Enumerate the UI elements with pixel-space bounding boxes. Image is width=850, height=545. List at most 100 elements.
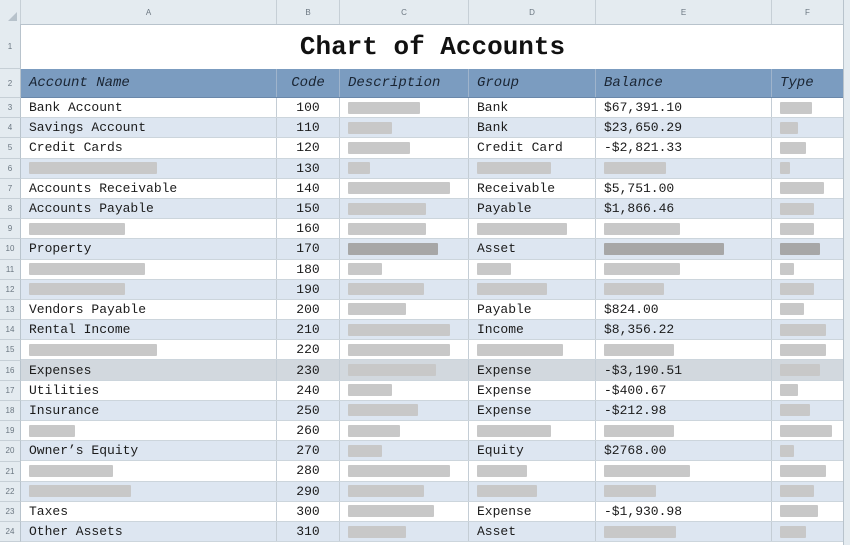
- type-cell[interactable]: [772, 198, 844, 219]
- code-cell[interactable]: 160: [277, 219, 340, 239]
- account-name-cell[interactable]: [21, 259, 277, 279]
- row-header[interactable]: 22: [0, 481, 21, 502]
- balance-cell[interactable]: [596, 481, 772, 501]
- balance-cell[interactable]: -$212.98: [596, 400, 772, 420]
- balance-cell[interactable]: $1,866.46: [596, 198, 772, 219]
- header-code[interactable]: Code: [277, 69, 340, 97]
- group-cell[interactable]: Income: [469, 320, 596, 340]
- account-name-cell[interactable]: [21, 461, 277, 481]
- description-cell[interactable]: [340, 400, 469, 420]
- account-name-cell[interactable]: Rental Income: [21, 320, 277, 340]
- balance-cell[interactable]: [596, 421, 772, 441]
- group-cell[interactable]: Bank: [469, 118, 596, 138]
- account-name-cell[interactable]: Credit Cards: [21, 138, 277, 158]
- description-cell[interactable]: [340, 320, 469, 340]
- account-name-cell[interactable]: Expenses: [21, 360, 277, 380]
- balance-cell[interactable]: [596, 461, 772, 481]
- header-account-name[interactable]: Account Name: [21, 69, 277, 97]
- type-cell[interactable]: [772, 340, 844, 360]
- account-name-cell[interactable]: Savings Account: [21, 118, 277, 138]
- code-cell[interactable]: 110: [277, 118, 340, 138]
- account-name-cell[interactable]: Bank Account: [21, 98, 277, 118]
- account-name-cell[interactable]: [21, 279, 277, 299]
- header-balance[interactable]: Balance: [596, 69, 772, 97]
- account-name-cell[interactable]: Accounts Payable: [21, 198, 277, 219]
- row-header[interactable]: 14: [0, 320, 21, 341]
- balance-cell[interactable]: $2768.00: [596, 441, 772, 461]
- type-cell[interactable]: [772, 421, 844, 441]
- type-cell[interactable]: [772, 481, 844, 501]
- account-name-cell[interactable]: Vendors Payable: [21, 299, 277, 320]
- account-name-cell[interactable]: Owner’s Equity: [21, 441, 277, 461]
- code-cell[interactable]: 280: [277, 461, 340, 481]
- column-header-c[interactable]: C: [340, 0, 469, 24]
- group-cell[interactable]: [469, 340, 596, 360]
- type-cell[interactable]: [772, 178, 844, 198]
- code-cell[interactable]: 210: [277, 320, 340, 340]
- balance-cell[interactable]: [596, 239, 772, 259]
- code-cell[interactable]: 310: [277, 521, 340, 542]
- column-header-a[interactable]: A: [21, 0, 277, 24]
- code-cell[interactable]: 180: [277, 259, 340, 279]
- row-header[interactable]: 12: [0, 279, 21, 300]
- description-cell[interactable]: [340, 421, 469, 441]
- row-header[interactable]: 17: [0, 380, 21, 401]
- description-cell[interactable]: [340, 239, 469, 259]
- row-header[interactable]: 19: [0, 421, 21, 442]
- group-cell[interactable]: [469, 219, 596, 239]
- balance-cell[interactable]: $8,356.22: [596, 320, 772, 340]
- description-cell[interactable]: [340, 219, 469, 239]
- type-cell[interactable]: [772, 299, 844, 320]
- group-cell[interactable]: [469, 279, 596, 299]
- row-header[interactable]: 18: [0, 401, 21, 422]
- group-cell[interactable]: Bank: [469, 98, 596, 118]
- balance-cell[interactable]: $5,751.00: [596, 178, 772, 198]
- row-header[interactable]: 6: [0, 158, 21, 179]
- balance-cell[interactable]: $23,650.29: [596, 118, 772, 138]
- balance-cell[interactable]: [596, 158, 772, 178]
- code-cell[interactable]: 270: [277, 441, 340, 461]
- description-cell[interactable]: [340, 380, 469, 400]
- type-cell[interactable]: [772, 521, 844, 542]
- code-cell[interactable]: 300: [277, 501, 340, 521]
- group-cell[interactable]: Equity: [469, 441, 596, 461]
- code-cell[interactable]: 290: [277, 481, 340, 501]
- group-cell[interactable]: [469, 481, 596, 501]
- code-cell[interactable]: 120: [277, 138, 340, 158]
- row-header[interactable]: 7: [0, 178, 21, 199]
- type-cell[interactable]: [772, 239, 844, 259]
- group-cell[interactable]: [469, 259, 596, 279]
- row-header[interactable]: 5: [0, 138, 21, 159]
- balance-cell[interactable]: -$2,821.33: [596, 138, 772, 158]
- row-header-2[interactable]: 2: [0, 69, 21, 98]
- header-description[interactable]: Description: [340, 69, 469, 97]
- row-header[interactable]: 20: [0, 441, 21, 462]
- type-cell[interactable]: [772, 360, 844, 380]
- group-cell[interactable]: Asset: [469, 521, 596, 542]
- description-cell[interactable]: [340, 521, 469, 542]
- description-cell[interactable]: [340, 259, 469, 279]
- type-cell[interactable]: [772, 400, 844, 420]
- description-cell[interactable]: [340, 501, 469, 521]
- balance-cell[interactable]: [596, 219, 772, 239]
- code-cell[interactable]: 230: [277, 360, 340, 380]
- description-cell[interactable]: [340, 178, 469, 198]
- column-header-b[interactable]: B: [277, 0, 340, 24]
- group-cell[interactable]: [469, 421, 596, 441]
- code-cell[interactable]: 150: [277, 198, 340, 219]
- description-cell[interactable]: [340, 299, 469, 320]
- description-cell[interactable]: [340, 461, 469, 481]
- group-cell[interactable]: Payable: [469, 198, 596, 219]
- row-header[interactable]: 11: [0, 259, 21, 280]
- description-cell[interactable]: [340, 138, 469, 158]
- account-name-cell[interactable]: Accounts Receivable: [21, 178, 277, 198]
- row-header[interactable]: 10: [0, 239, 21, 260]
- account-name-cell[interactable]: Other Assets: [21, 521, 277, 542]
- description-cell[interactable]: [340, 340, 469, 360]
- type-cell[interactable]: [772, 118, 844, 138]
- column-header-d[interactable]: D: [469, 0, 596, 24]
- sheet-title[interactable]: Chart of Accounts: [21, 24, 844, 70]
- row-header[interactable]: 15: [0, 340, 21, 361]
- balance-cell[interactable]: [596, 340, 772, 360]
- description-cell[interactable]: [340, 158, 469, 178]
